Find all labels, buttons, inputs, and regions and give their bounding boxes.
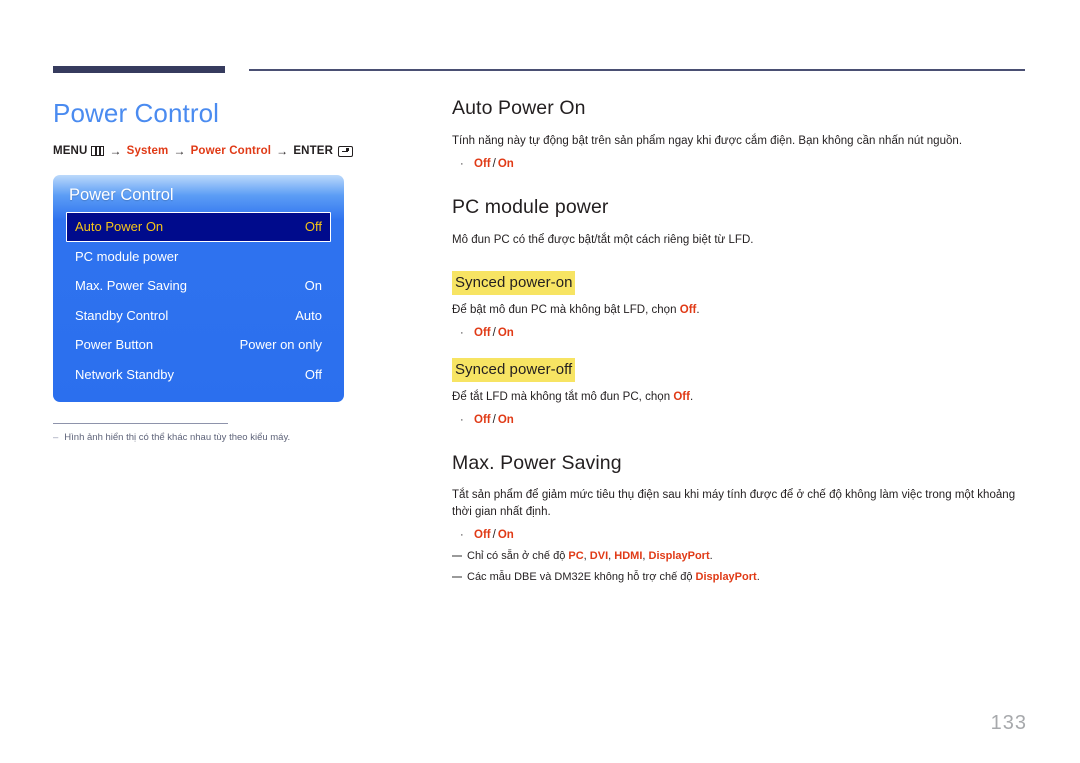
option-separator: /: [492, 327, 496, 339]
breadcrumb-menu-label: MENU: [53, 145, 88, 157]
footnote-text: Hình ảnh hiển thị có thể khác nhau tùy t…: [64, 432, 291, 443]
note-mode-displayport: DisplayPort: [695, 571, 757, 583]
option-off[interactable]: Off: [474, 327, 491, 339]
section-auto-power-on: Auto Power On Tính năng này tự động bật …: [452, 96, 1030, 173]
osd-menu-panel: Power Control Auto Power On Off PC modul…: [53, 175, 344, 402]
section-body: Để bật mô đun PC mà không bật LFD, chọn …: [452, 302, 1030, 319]
section-body: Tắt sản phẩm để giảm mức tiêu thụ điện s…: [452, 489, 1016, 518]
section-max-power-saving: Max. Power Saving Tắt sản phẩm để giảm m…: [452, 451, 1030, 586]
option-bullet: · Off / On: [452, 325, 1030, 342]
osd-row-value: On: [304, 278, 322, 294]
breadcrumb-item-power-control: Power Control: [190, 145, 272, 157]
osd-row-label: Max. Power Saving: [75, 278, 187, 294]
breadcrumb-enter-label: ENTER: [293, 145, 334, 157]
option-on[interactable]: On: [498, 529, 514, 541]
option-off[interactable]: Off: [474, 414, 491, 426]
osd-row-power-button[interactable]: Power Button Power on only: [66, 330, 331, 360]
header-rule-thin: [249, 69, 1025, 71]
osd-row-max-power-saving[interactable]: Max. Power Saving On: [66, 271, 331, 301]
osd-row-standby-control[interactable]: Standby Control Auto: [66, 301, 331, 331]
option-separator: /: [492, 158, 496, 170]
option-on[interactable]: On: [498, 327, 514, 339]
note-post: .: [709, 550, 713, 562]
option-off[interactable]: Off: [474, 158, 491, 170]
section-pc-module-power: PC module power Mô đun PC có thể được bậ…: [452, 195, 1030, 249]
note-mode-displayport: DisplayPort: [648, 550, 710, 562]
osd-panel-title: Power Control: [69, 186, 174, 204]
note-unsupported-models: Các mẫu DBE và DM32E không hỗ trợ chế độ…: [452, 569, 1030, 586]
section-heading: Max. Power Saving: [452, 452, 622, 474]
osd-row-label: Standby Control: [75, 307, 169, 323]
page-number: 133: [990, 712, 1027, 734]
note-mode-pc: PC: [568, 550, 584, 562]
option-on[interactable]: On: [498, 414, 514, 426]
footnote-dash: –: [53, 432, 59, 443]
note-post: .: [756, 571, 760, 583]
bullet-dot: ·: [460, 529, 464, 541]
osd-row-value: Auto: [295, 307, 322, 323]
option-bullet: · Off / On: [452, 412, 1030, 429]
osd-row-auto-power-on[interactable]: Auto Power On Off: [66, 212, 331, 242]
header-rule-thick: [53, 66, 225, 73]
note-pre: Các mẫu DBE và DM32E không hỗ trợ chế độ: [467, 571, 696, 583]
osd-row-network-standby[interactable]: Network Standby Off: [66, 360, 331, 390]
breadcrumb-item-system: System: [126, 145, 169, 157]
menu-grid-icon: [91, 146, 105, 156]
bullet-dot: ·: [460, 414, 464, 426]
breadcrumb: MENU → System → Power Control → ENTER: [53, 144, 413, 158]
osd-row-value: Off: [304, 366, 322, 382]
enter-return-icon: [338, 145, 354, 157]
note-available-modes: Chỉ có sẵn ở chế độ PC, DVI, HDMI, Displ…: [452, 548, 1030, 565]
bullet-dot: ·: [460, 327, 464, 339]
left-footnote: – Hình ảnh hiển thị có thể khác nhau tùy…: [53, 431, 344, 445]
option-bullet: · Off / On: [452, 527, 1030, 544]
section-body: Tính năng này tự động bật trên sản phẩm …: [452, 135, 963, 147]
section-synced-power-off: Synced power-off Để tắt LFD mà không tắt…: [452, 358, 1030, 429]
body-post: .: [690, 391, 694, 403]
section-body: Để tắt LFD mà không tắt mô đun PC, chọn …: [452, 389, 1030, 406]
left-column: Power Control MENU → System → Power Cont…: [53, 96, 413, 445]
body-post: .: [696, 304, 700, 316]
section-body: Mô đun PC có thể được bật/tắt một cách r…: [452, 234, 754, 246]
note-dash-icon: [452, 555, 462, 557]
osd-row-pc-module-power[interactable]: PC module power: [66, 242, 331, 272]
note-mode-hdmi: HDMI: [614, 550, 643, 562]
body-emphasis: Off: [679, 304, 697, 316]
section-heading: Auto Power On: [452, 97, 586, 119]
page-title: Power Control: [53, 98, 220, 128]
note-dash-icon: [452, 576, 462, 578]
breadcrumb-arrow-1: →: [109, 144, 122, 158]
bullet-dot: ·: [460, 158, 464, 170]
footnote-divider: [53, 423, 228, 424]
section-synced-power-on: Synced power-on Để bật mô đun PC mà khôn…: [452, 271, 1030, 342]
body-pre: Để tắt LFD mà không tắt mô đun PC, chọn: [452, 391, 674, 403]
option-separator: /: [492, 529, 496, 541]
osd-row-label: Power Button: [75, 337, 154, 353]
section-heading: PC module power: [452, 196, 609, 218]
subsection-highlight: Synced power-off: [452, 358, 576, 382]
right-column: Auto Power On Tính năng này tự động bật …: [452, 96, 1030, 586]
breadcrumb-arrow-3: →: [276, 144, 289, 158]
note-pre: Chỉ có sẵn ở chế độ: [467, 550, 569, 562]
left-footnote-block: – Hình ảnh hiển thị có thể khác nhau tùy…: [53, 423, 344, 445]
subsection-highlight: Synced power-on: [452, 271, 576, 295]
option-on[interactable]: On: [498, 158, 514, 170]
body-pre: Để bật mô đun PC mà không bật LFD, chọn: [452, 304, 680, 316]
option-separator: /: [492, 414, 496, 426]
osd-row-value: Off: [304, 219, 322, 235]
osd-row-value: Power on only: [239, 337, 322, 353]
header-rule: [53, 66, 1025, 74]
option-bullet: · Off / On: [452, 156, 1030, 173]
osd-row-label: PC module power: [75, 248, 179, 264]
body-emphasis: Off: [673, 391, 690, 403]
note-mode-dvi: DVI: [589, 550, 609, 562]
breadcrumb-arrow-2: →: [173, 144, 186, 158]
osd-row-label: Network Standby: [75, 366, 174, 382]
option-off[interactable]: Off: [474, 529, 491, 541]
osd-row-label: Auto Power On: [75, 219, 164, 235]
